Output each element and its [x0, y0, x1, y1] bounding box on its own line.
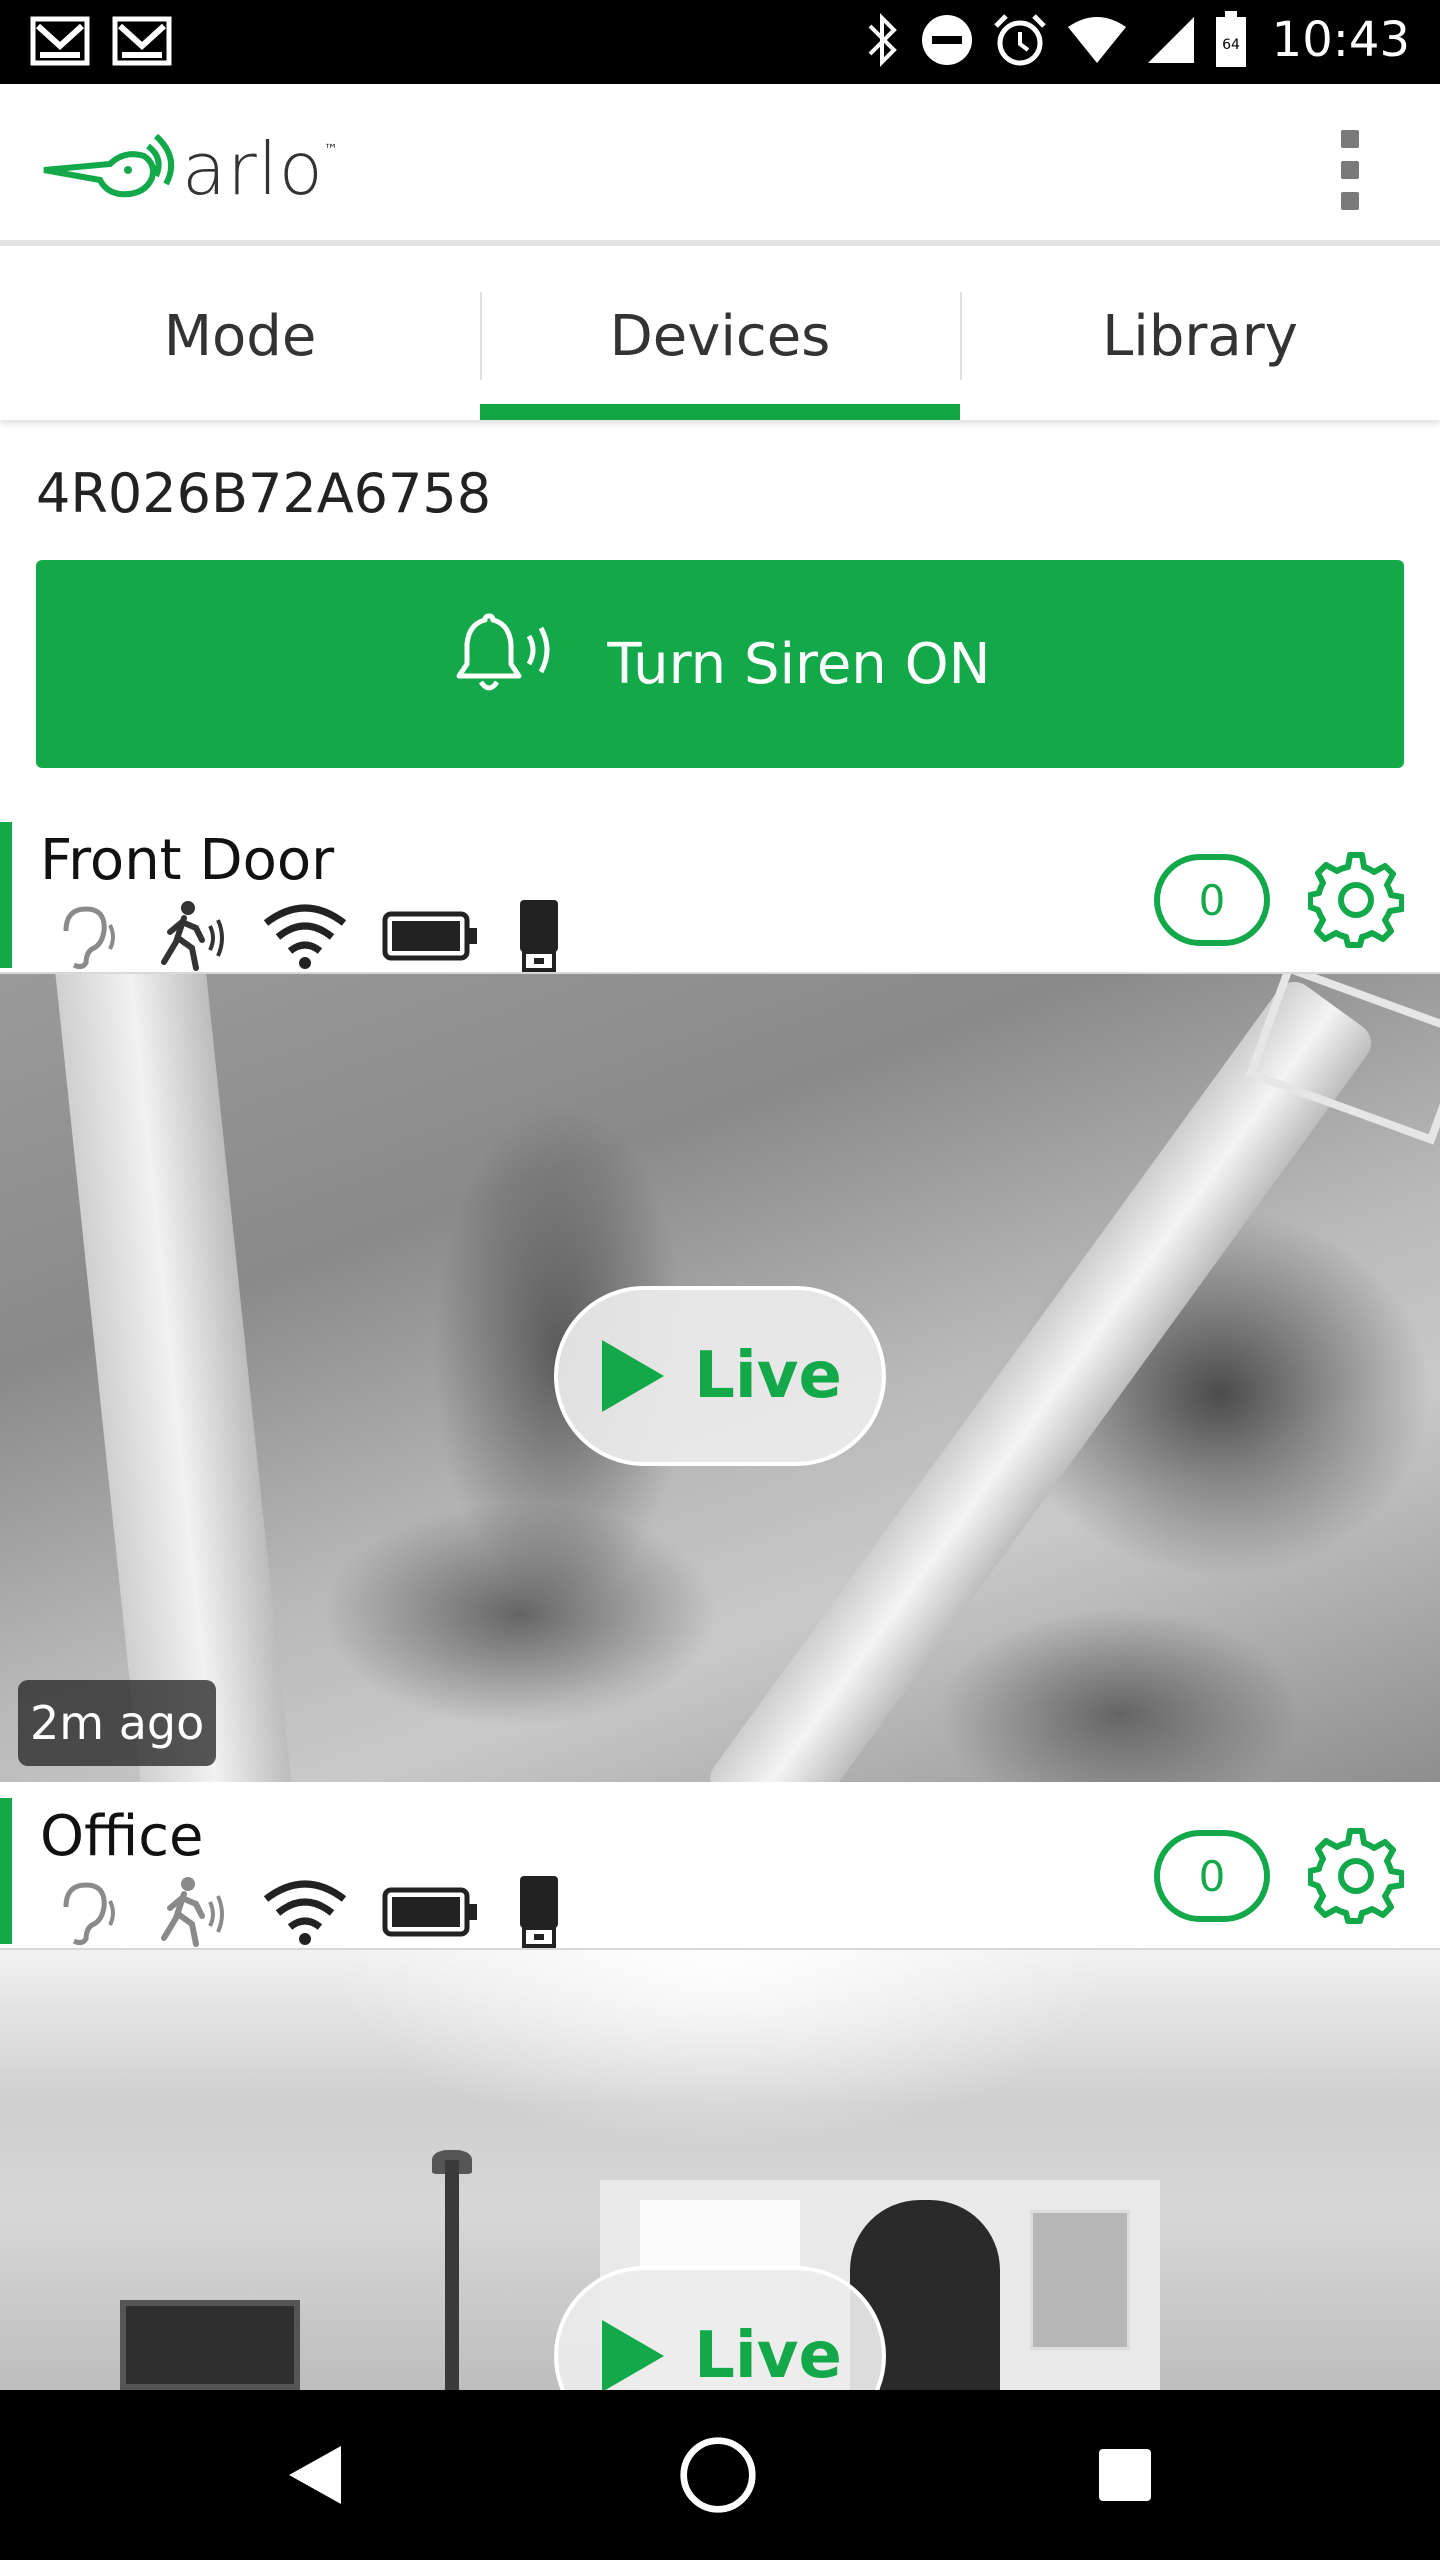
bell-ringing-icon	[449, 612, 559, 716]
live-button[interactable]: Live	[554, 2266, 886, 2390]
last-seen-timestamp: 2m ago	[18, 1680, 217, 1766]
logo-trademark: ™	[323, 142, 338, 158]
cell-signal-icon	[1146, 15, 1196, 65]
live-label: Live	[694, 1339, 842, 1413]
battery-icon	[382, 906, 482, 966]
camera-name: Front Door	[40, 828, 335, 893]
logo-text: arlo	[182, 127, 324, 211]
status-bar: 64 10:43	[0, 0, 1440, 84]
battery-icon: 64	[1214, 11, 1248, 69]
camera-status-icons	[50, 898, 564, 974]
live-label: Live	[694, 2319, 842, 2390]
camera-status-icons	[50, 1874, 564, 1950]
motion-detection-icon	[152, 1874, 228, 1950]
alarm-icon	[992, 12, 1048, 68]
feed-scene-tv	[120, 2300, 300, 2390]
app-bar: arlo ™	[0, 84, 1440, 246]
settings-gear-icon[interactable]	[1308, 1828, 1404, 1924]
recording-count-badge[interactable]: 0	[1154, 854, 1270, 946]
hummingbird-icon	[43, 133, 175, 198]
audio-detection-icon	[50, 901, 120, 971]
wifi-signal-icon	[260, 901, 350, 971]
tab-library[interactable]: Library	[960, 252, 1440, 420]
camera-header-front-door: Front Door 0	[0, 818, 1440, 974]
home-icon[interactable]	[678, 2435, 758, 2515]
camera-header-office: Office 0	[0, 1794, 1440, 1950]
live-button[interactable]: Live	[554, 1286, 886, 1466]
wifi-signal-icon	[260, 1877, 350, 1947]
play-icon	[602, 2320, 665, 2390]
status-time: 10:43	[1271, 12, 1410, 68]
camera-feed-office[interactable]: Live	[0, 1950, 1440, 2390]
back-icon[interactable]	[275, 2435, 355, 2515]
gmail-icon	[30, 16, 90, 66]
svg-text:64: 64	[1222, 37, 1240, 53]
siren-label: Turn Siren ON	[607, 631, 991, 697]
do-not-disturb-icon	[920, 13, 974, 67]
camera-accent-bar	[0, 1798, 12, 1944]
battery-icon	[382, 1882, 482, 1942]
settings-gear-icon[interactable]	[1308, 852, 1404, 948]
gmail-icon	[112, 16, 172, 66]
feed-scene-lamp-stand	[445, 2160, 459, 2390]
usb-storage-icon	[514, 1876, 564, 1948]
turn-siren-on-button[interactable]: Turn Siren ON	[36, 560, 1404, 768]
wifi-icon	[1066, 15, 1128, 65]
arlo-logo: arlo ™	[40, 124, 338, 214]
tab-devices[interactable]: Devices	[480, 252, 960, 420]
bluetooth-icon	[862, 10, 902, 70]
base-station-id: 4R026B72A6758	[36, 462, 492, 525]
system-nav-bar	[0, 2390, 1440, 2560]
usb-storage-icon	[514, 900, 564, 972]
play-icon	[602, 1340, 665, 1412]
recents-icon[interactable]	[1085, 2435, 1165, 2515]
motion-detection-icon	[152, 898, 228, 974]
more-vert-icon[interactable]	[1320, 130, 1380, 210]
camera-feed-front-door[interactable]: Live 2m ago	[0, 974, 1440, 1782]
audio-detection-icon	[50, 1877, 120, 1947]
tab-bar: Mode Devices Library	[0, 252, 1440, 420]
feed-scene-poster	[1030, 2210, 1130, 2350]
camera-name: Office	[40, 1804, 204, 1869]
recording-count-badge[interactable]: 0	[1154, 1830, 1270, 1922]
feed-scene-post	[52, 974, 298, 1782]
camera-accent-bar	[0, 822, 12, 968]
tab-mode[interactable]: Mode	[0, 252, 480, 420]
